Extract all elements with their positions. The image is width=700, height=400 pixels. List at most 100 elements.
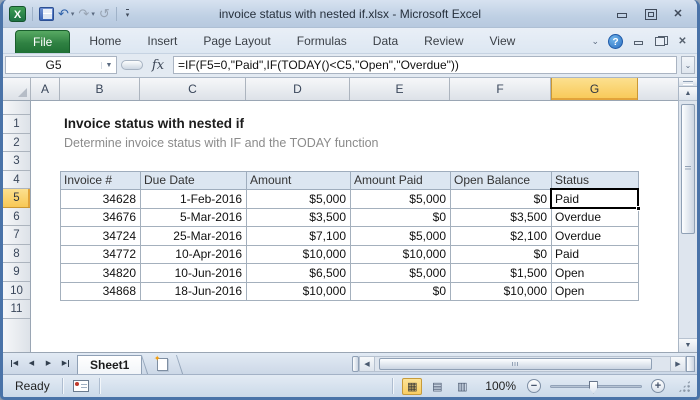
column-header-c[interactable]: C [140, 78, 246, 100]
formula-input[interactable]: =IF(F5=0,"Paid",IF(TODAY()<C5,"Open","Ov… [173, 56, 677, 74]
workbook-close-icon[interactable]: ✕ [676, 36, 689, 47]
cell-b7[interactable]: 34724 [61, 227, 141, 246]
row-header-1[interactable]: 1 [3, 115, 30, 134]
undo-icon[interactable]: ↶ [58, 6, 69, 22]
active-cell-selection-border[interactable] [550, 188, 639, 210]
cell-e7[interactable]: $5,000 [351, 227, 451, 246]
cell-g10[interactable]: Open [552, 282, 639, 301]
workbook-minimize-icon[interactable] [632, 36, 645, 47]
cell-e9[interactable]: $5,000 [351, 264, 451, 283]
page-layout-view-button[interactable]: ▤ [427, 378, 447, 395]
fill-handle[interactable] [636, 206, 641, 211]
customize-qat-icon[interactable]: ▾ [126, 9, 130, 19]
cell-d5[interactable]: $5,000 [247, 190, 351, 209]
cell-d7[interactable]: $7,100 [247, 227, 351, 246]
scroll-up-icon[interactable]: ▲ [679, 87, 697, 101]
cell-c5[interactable]: 1-Feb-2016 [141, 190, 247, 209]
last-sheet-icon[interactable]: ▶ [58, 356, 73, 371]
row-header-4[interactable]: 4 [3, 171, 30, 190]
cell-f10[interactable]: $10,000 [451, 282, 552, 301]
vertical-scrollbar[interactable]: ▲ ▼ [678, 78, 697, 352]
restore-button[interactable] [643, 8, 657, 20]
cell-g7[interactable]: Overdue [552, 227, 639, 246]
minimize-ribbon-icon[interactable]: ⌄ [591, 36, 599, 47]
tab-formulas[interactable]: Formulas [284, 29, 360, 53]
scroll-left-icon[interactable]: ◀ [359, 356, 375, 372]
cell-g8[interactable]: Paid [552, 245, 639, 264]
zoom-slider-track[interactable] [550, 385, 642, 388]
cell-b6[interactable]: 34676 [61, 208, 141, 227]
macro-record-icon[interactable] [73, 380, 89, 392]
cell-c9[interactable]: 10-Jun-2016 [141, 264, 247, 283]
cell-c6[interactable]: 5-Mar-2016 [141, 208, 247, 227]
horizontal-scroll-track[interactable] [375, 356, 670, 372]
tab-view[interactable]: View [477, 29, 529, 53]
tab-split-handle[interactable] [352, 356, 359, 372]
cell-d6[interactable]: $3,500 [247, 208, 351, 227]
name-box-dropdown-icon[interactable]: ▼ [101, 62, 116, 69]
tab-data[interactable]: Data [360, 29, 411, 53]
column-header-f[interactable]: F [450, 78, 551, 100]
vertical-scroll-track[interactable] [679, 101, 697, 338]
row-header-2[interactable]: 2 [3, 134, 30, 153]
scroll-down-icon[interactable]: ▼ [679, 338, 697, 352]
undo-dropdown-icon[interactable]: ▾ [71, 10, 75, 18]
cell-d9[interactable]: $6,500 [247, 264, 351, 283]
header-open-balance[interactable]: Open Balance [451, 171, 552, 190]
first-sheet-icon[interactable]: ◀ [7, 356, 22, 371]
cell-e10[interactable]: $0 [351, 282, 451, 301]
cell-e5[interactable]: $5,000 [351, 190, 451, 209]
sheet-tab-sheet1[interactable]: Sheet1 [77, 355, 142, 374]
cell-b9[interactable]: 34820 [61, 264, 141, 283]
vertical-scroll-thumb[interactable] [681, 104, 695, 234]
row-header-5-selected[interactable]: 5 [3, 189, 30, 208]
row-header-8[interactable]: 8 [3, 245, 30, 264]
minimize-button[interactable] [615, 8, 629, 20]
redo-icon[interactable]: ↷ [78, 6, 89, 22]
tab-home[interactable]: Home [76, 29, 134, 53]
cell-f5[interactable]: $0 [451, 190, 552, 209]
previous-sheet-icon[interactable]: ◀ [24, 356, 39, 371]
scroll-right-icon[interactable]: ▶ [670, 356, 686, 372]
row-header-7[interactable]: 7 [3, 226, 30, 245]
tab-insert[interactable]: Insert [134, 29, 190, 53]
tab-review[interactable]: Review [411, 29, 476, 53]
help-icon[interactable]: ? [608, 34, 623, 49]
insert-function-icon[interactable]: fx [147, 58, 169, 73]
excel-app-icon[interactable]: X [9, 6, 26, 22]
row-header-10[interactable]: 10 [3, 282, 30, 301]
formula-bar-splitter[interactable] [121, 60, 143, 70]
cell-c8[interactable]: 10-Apr-2016 [141, 245, 247, 264]
horizontal-split-handle[interactable] [686, 356, 695, 372]
column-header-b[interactable]: B [60, 78, 140, 100]
insert-worksheet-tab[interactable]: ✦ [147, 355, 177, 374]
next-sheet-icon[interactable]: ▶ [41, 356, 56, 371]
cell-d10[interactable]: $10,000 [247, 282, 351, 301]
header-amount[interactable]: Amount [247, 171, 351, 190]
cell-f6[interactable]: $3,500 [451, 208, 552, 227]
redo-dropdown-icon[interactable]: ▾ [91, 10, 95, 18]
workbook-restore-icon[interactable] [654, 36, 667, 47]
save-icon[interactable] [39, 7, 54, 21]
name-box[interactable]: G5 ▼ [5, 56, 117, 74]
row-header-6[interactable]: 6 [3, 208, 30, 227]
resize-grip[interactable] [678, 380, 691, 393]
column-header-a[interactable]: A [31, 78, 60, 100]
cells-canvas[interactable]: Invoice status with nested if Determine … [31, 101, 678, 352]
cell-g6[interactable]: Overdue [552, 208, 639, 227]
column-header-e[interactable]: E [350, 78, 450, 100]
select-all-button[interactable] [3, 78, 31, 100]
cell-f9[interactable]: $1,500 [451, 264, 552, 283]
tab-page-layout[interactable]: Page Layout [190, 29, 283, 53]
expand-formula-bar-icon[interactable]: ⌄ [681, 56, 695, 74]
horizontal-scroll-thumb[interactable] [379, 358, 652, 370]
zoom-in-button[interactable]: + [651, 379, 665, 393]
cell-g9[interactable]: Open [552, 264, 639, 283]
cell-f8[interactable]: $0 [451, 245, 552, 264]
repeat-icon[interactable]: ↺ [99, 6, 110, 22]
cell-c7[interactable]: 25-Mar-2016 [141, 227, 247, 246]
normal-view-button[interactable]: ▦ [402, 378, 422, 395]
close-button[interactable]: ✕ [671, 8, 685, 20]
cell-b8[interactable]: 34772 [61, 245, 141, 264]
row-header-3[interactable]: 3 [3, 152, 30, 171]
